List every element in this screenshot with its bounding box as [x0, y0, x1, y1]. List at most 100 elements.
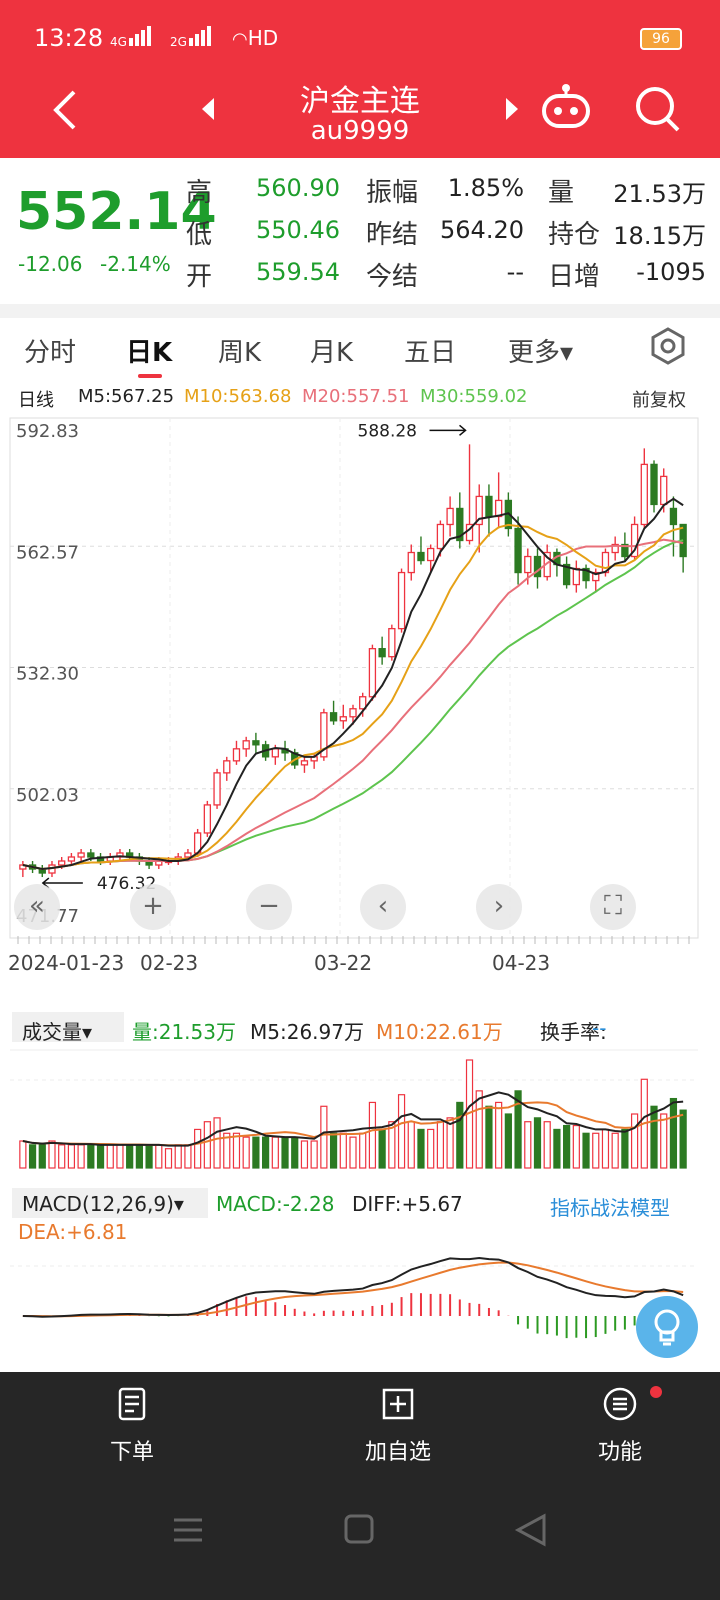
candle-body — [378, 648, 386, 658]
volume-m5: M5:26.97万 — [250, 1020, 364, 1044]
volume-bar — [106, 1144, 114, 1169]
volume-bar — [621, 1128, 629, 1169]
volume-bar — [164, 1148, 173, 1169]
candle-body — [427, 547, 435, 562]
next-contract-icon[interactable] — [502, 96, 522, 122]
candle-body — [87, 852, 95, 858]
volume-bar — [543, 1121, 551, 1169]
tab-five-day[interactable]: 五日 — [404, 332, 456, 369]
prev-settle-value: 564.20 — [440, 216, 524, 244]
fullscreen-button[interactable]: ⛶ — [590, 884, 636, 930]
y-tick-label: 532.30 — [16, 664, 79, 685]
strategy-model-link[interactable]: 指标战法模型 — [550, 1192, 670, 1221]
function-button[interactable]: 功能 — [560, 1386, 680, 1466]
add-watchlist-button[interactable]: 加自选 — [338, 1386, 458, 1466]
scroll-left-button[interactable]: ‹ — [360, 884, 406, 930]
volume-bar — [349, 1136, 357, 1169]
candle-body — [232, 748, 241, 762]
volume-bar — [630, 1113, 639, 1169]
y-tick-label: 502.03 — [16, 785, 79, 806]
zoom-out-far-button[interactable]: « — [14, 884, 60, 930]
volume-bar — [19, 1140, 27, 1169]
zoom-out-button[interactable]: − — [246, 884, 292, 930]
volume-label: 量 — [548, 178, 575, 208]
candle-body — [252, 740, 260, 746]
candle-body — [339, 716, 347, 722]
tab-weekly-k[interactable]: 周K — [218, 332, 261, 369]
tab-more[interactable]: 更多▾ — [508, 332, 573, 369]
candle-body — [213, 772, 221, 806]
back-icon[interactable] — [46, 86, 86, 134]
back-nav-icon[interactable] — [514, 1513, 546, 1547]
amplitude-value: 1.85% — [447, 174, 524, 202]
search-icon[interactable] — [630, 80, 686, 136]
prev-contract-icon[interactable] — [198, 96, 218, 122]
x-tick-label: 2024-01-23 — [8, 951, 124, 975]
macd-value: MACD:-2.28 — [216, 1192, 335, 1216]
settings-hexagon-icon[interactable] — [648, 326, 688, 366]
volume-bar — [475, 1090, 483, 1169]
order-button[interactable]: 下单 — [72, 1386, 192, 1466]
low-value: 550.46 — [256, 216, 340, 244]
order-label: 下单 — [109, 1440, 154, 1465]
candle-body — [184, 852, 192, 858]
volume-bar — [572, 1124, 580, 1169]
volume-bar — [271, 1136, 279, 1169]
volume-bar — [184, 1144, 192, 1169]
daily-increase-label: 日增 — [548, 262, 601, 292]
volume-bar — [126, 1144, 134, 1169]
candle-body — [271, 748, 279, 758]
candle-body — [77, 852, 85, 858]
recents-icon[interactable] — [174, 1518, 202, 1542]
robot-assistant-icon[interactable] — [538, 80, 594, 136]
candle-body — [223, 760, 231, 774]
volume-bar — [48, 1140, 56, 1169]
home-icon[interactable] — [344, 1514, 374, 1544]
menu-icon — [603, 1387, 637, 1421]
x-tick-label: 03-22 — [314, 951, 372, 975]
scroll-right-button[interactable]: › — [476, 884, 522, 930]
volume-bar — [135, 1144, 143, 1169]
ma30-line — [22, 539, 684, 871]
function-label: 功能 — [597, 1440, 642, 1465]
open-interest-value: 18.15万 — [613, 222, 706, 250]
volume-bar — [524, 1121, 532, 1169]
volume-bar — [339, 1132, 347, 1169]
contract-code: au9999 — [310, 116, 410, 146]
volume-bar — [446, 1117, 454, 1169]
high-label: 高 — [186, 178, 213, 208]
candle-body — [388, 627, 396, 658]
candle-body — [300, 760, 309, 766]
tab-daily-k[interactable]: 日K — [126, 332, 172, 369]
volume-bar — [485, 1105, 493, 1169]
volume-bar — [174, 1144, 182, 1169]
open-value: 559.54 — [256, 258, 340, 286]
tab-intraday[interactable]: 分时 — [24, 332, 76, 369]
zoom-in-button[interactable]: + — [130, 884, 176, 930]
volume-value: 21.53万 — [613, 180, 706, 208]
price-change: -12.06 — [18, 252, 83, 276]
max-price-label: 588.28 — [358, 421, 417, 441]
open-interest-label: 持仓 — [548, 220, 601, 250]
candle-body — [640, 463, 648, 526]
candle-body — [485, 495, 493, 518]
volume-m10: M10:22.61万 — [376, 1020, 503, 1044]
volume-bar — [660, 1113, 668, 1169]
volume-bar — [533, 1117, 542, 1169]
volume-bar — [417, 1128, 425, 1169]
chart-area: 日线 M5:567.25 M10:563.68 M20:557.51 M30:5… — [0, 380, 720, 1372]
volume-bar — [329, 1132, 338, 1169]
candle-body — [446, 507, 454, 526]
volume-bar — [368, 1101, 377, 1169]
tab-monthly-k[interactable]: 月K — [310, 332, 353, 369]
candle-body — [58, 860, 66, 866]
price-change-pct: -2.14% — [100, 252, 171, 276]
volume-bar — [116, 1144, 124, 1169]
bottom-toolbar: 下单 加自选 功能 — [0, 1372, 720, 1600]
candle-body — [329, 712, 338, 722]
volume-bar — [300, 1140, 309, 1169]
high-value: 560.90 — [256, 174, 340, 202]
candle-body — [572, 567, 580, 586]
volume-bar — [232, 1132, 241, 1169]
lightbulb-icon[interactable] — [636, 1296, 698, 1358]
